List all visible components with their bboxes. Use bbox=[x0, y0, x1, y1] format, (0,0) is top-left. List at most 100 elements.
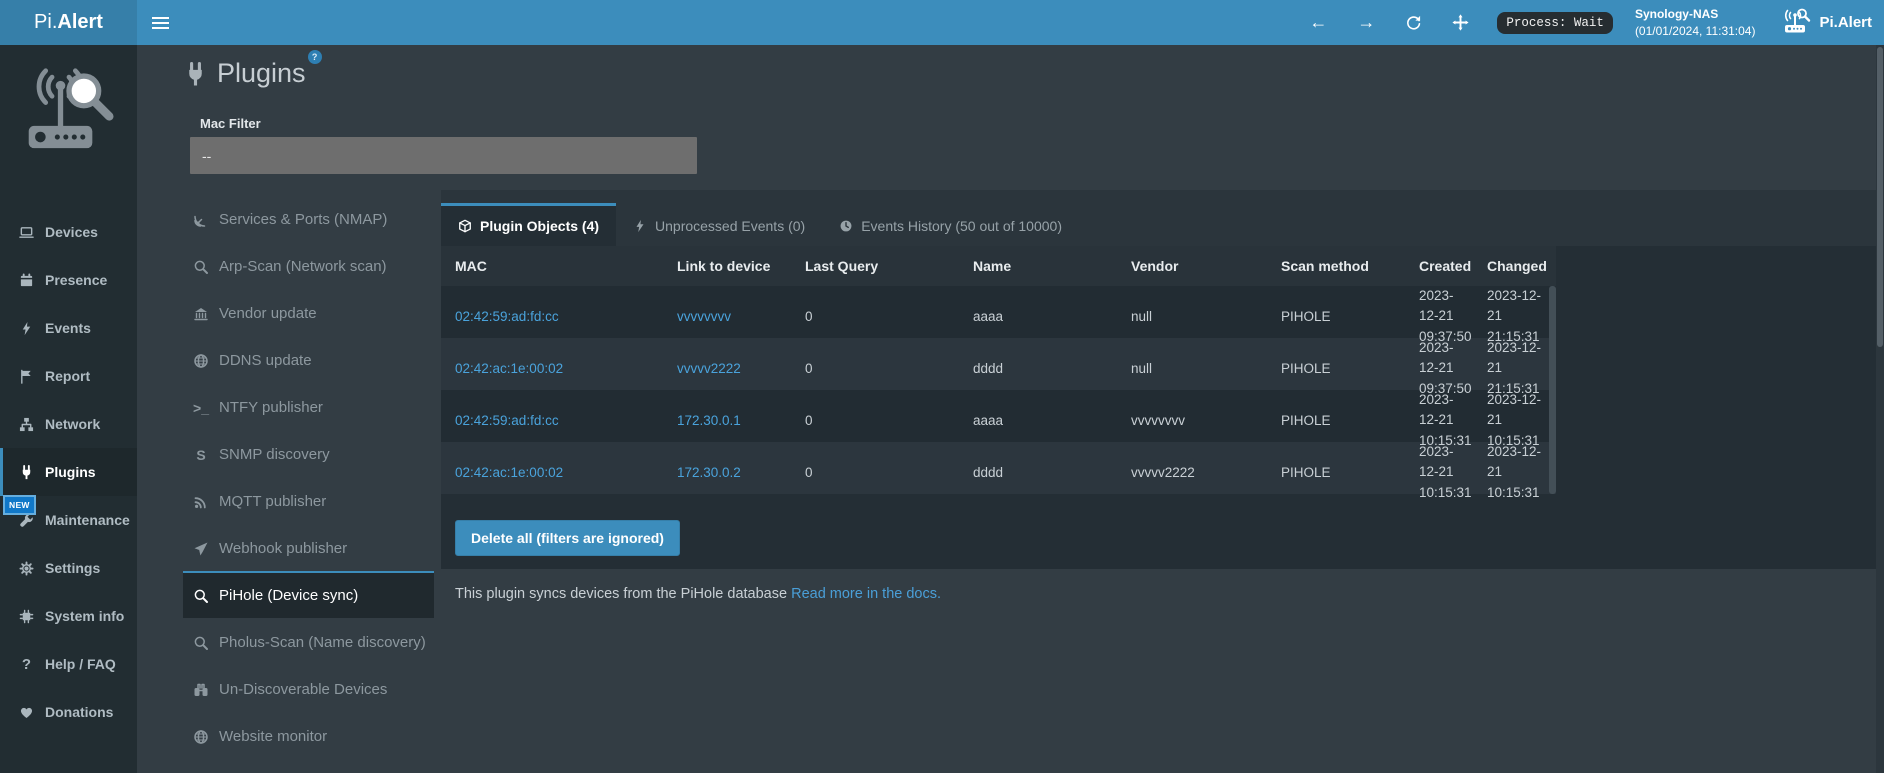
link-to-device-link[interactable]: 172.30.0.1 bbox=[677, 413, 741, 428]
search-icon bbox=[191, 259, 211, 275]
sidebar-item-label: System info bbox=[45, 608, 124, 624]
sidebar-item-label: Plugins bbox=[45, 464, 96, 480]
cell-last-query: 0 bbox=[791, 465, 959, 480]
help-badge[interactable]: ? bbox=[308, 50, 322, 64]
sidebar-item-label: Donations bbox=[45, 704, 113, 720]
header-app-name: Pi.Alert bbox=[1819, 14, 1872, 31]
tab-unprocessed-events-0[interactable]: Unprocessed Events (0) bbox=[616, 203, 822, 246]
table-row: 02:42:ac:1e:00:02172.30.0.20ddddvvvvv222… bbox=[441, 442, 1556, 494]
column-header-last-query: Last Query bbox=[791, 258, 959, 274]
plugin-nav-item-pholus-scan-name-discovery[interactable]: Pholus-Scan (Name discovery) bbox=[183, 618, 434, 665]
sidebar-item-maintenance[interactable]: MaintenanceNEW bbox=[0, 496, 137, 544]
brand-suffix: Alert bbox=[57, 11, 103, 34]
tab-label: Unprocessed Events (0) bbox=[655, 218, 805, 234]
cell-scan-method: PIHOLE bbox=[1267, 413, 1405, 428]
plug-icon bbox=[18, 465, 35, 480]
plugin-nav-item-un-discoverable-devices[interactable]: Un-Discoverable Devices bbox=[183, 665, 434, 712]
satellite-icon bbox=[191, 212, 211, 228]
plugin-nav-item-services-ports-nmap[interactable]: Services & Ports (NMAP) bbox=[183, 195, 434, 242]
sidebar-item-system-info[interactable]: System info bbox=[0, 592, 137, 640]
column-header-name: Name bbox=[959, 258, 1117, 274]
terminal-icon: >_ bbox=[191, 400, 211, 416]
calendar-icon bbox=[18, 273, 35, 288]
move-icon[interactable] bbox=[1452, 14, 1469, 31]
plugin-panel: Plugin Objects (4) Unprocessed Events (0)… bbox=[441, 190, 1876, 602]
plugin-nav-item-website-monitor[interactable]: Website monitor bbox=[183, 712, 434, 759]
cell-scan-method: PIHOLE bbox=[1267, 309, 1405, 324]
plugin-nav-item-vendor-update[interactable]: Vendor update bbox=[183, 289, 434, 336]
sidebar-item-donations[interactable]: Donations bbox=[0, 688, 137, 736]
mac-link[interactable]: 02:42:59:ad:fd:cc bbox=[455, 309, 559, 324]
mac-link[interactable]: 02:42:59:ad:fd:cc bbox=[455, 413, 559, 428]
plugin-nav-label: MQTT publisher bbox=[219, 493, 326, 510]
sidebar-item-help-faq[interactable]: ?Help / FAQ bbox=[0, 640, 137, 688]
docs-link[interactable]: Read more in the docs. bbox=[791, 586, 941, 602]
table-row: 02:42:59:ad:fd:ccvvvvvvvv0aaaanullPIHOLE… bbox=[441, 286, 1556, 338]
main-content: Plugins ? Mac Filter Services & Ports (N… bbox=[137, 45, 1884, 773]
description-text: This plugin syncs devices from the PiHol… bbox=[455, 586, 787, 602]
sidebar-item-network[interactable]: Network bbox=[0, 400, 137, 448]
back-icon[interactable]: ← bbox=[1309, 12, 1327, 33]
mac-link[interactable]: 02:42:ac:1e:00:02 bbox=[455, 465, 563, 480]
plug-icon bbox=[183, 62, 208, 92]
mac-link[interactable]: 02:42:ac:1e:00:02 bbox=[455, 361, 563, 376]
question-icon: ? bbox=[18, 656, 35, 673]
link-to-device-link[interactable]: vvvvvvvv bbox=[677, 309, 731, 324]
sidebar-item-report[interactable]: Report bbox=[0, 352, 137, 400]
refresh-icon[interactable] bbox=[1405, 14, 1422, 31]
router-scan-icon bbox=[1779, 7, 1811, 38]
column-header-changed: Changed bbox=[1473, 258, 1542, 274]
sidebar-item-devices[interactable]: Devices bbox=[0, 208, 137, 256]
cell-vendor: vvvvv2222 bbox=[1117, 465, 1267, 480]
plugin-nav-item-pihole-device-sync[interactable]: PiHole (Device sync) bbox=[183, 571, 434, 618]
host-name: Synology-NAS bbox=[1635, 6, 1756, 22]
plugin-nav-item-arp-scan-network-scan[interactable]: Arp-Scan (Network scan) bbox=[183, 242, 434, 289]
binoculars-icon bbox=[191, 682, 211, 698]
plugin-nav-item-mqtt-publisher[interactable]: MQTT publisher bbox=[183, 477, 434, 524]
tab-bar: Plugin Objects (4) Unprocessed Events (0)… bbox=[441, 190, 1876, 246]
link-to-device-link[interactable]: 172.30.0.2 bbox=[677, 465, 741, 480]
table-row: 02:42:59:ad:fd:cc172.30.0.10aaaavvvvvvvv… bbox=[441, 390, 1556, 442]
tab-events-history-50-out-of-10000[interactable]: Events History (50 out of 10000) bbox=[822, 203, 1079, 246]
brand-logo[interactable]: Pi.Alert bbox=[0, 0, 137, 45]
router-magnifier-logo bbox=[16, 58, 122, 162]
top-header: Pi.Alert ←→ Process: Wait Synology-NAS (… bbox=[0, 0, 1884, 45]
mac-filter-input[interactable] bbox=[190, 137, 697, 174]
plugin-nav-item-snmp-discovery[interactable]: SSNMP discovery bbox=[183, 430, 434, 477]
plugin-nav-item-ntfy-publisher[interactable]: >_NTFY publisher bbox=[183, 383, 434, 430]
column-header-mac: MAC bbox=[441, 258, 663, 274]
cell-vendor: null bbox=[1117, 361, 1267, 376]
hamburger-menu-button[interactable] bbox=[137, 0, 183, 45]
sidebar-item-plugins[interactable]: Plugins bbox=[0, 448, 137, 496]
table-scrollbar[interactable] bbox=[1549, 286, 1556, 494]
brand-prefix: Pi. bbox=[34, 11, 57, 34]
sidebar-item-presence[interactable]: Presence bbox=[0, 256, 137, 304]
tab-content: MACLink to deviceLast QueryNameVendorSca… bbox=[441, 246, 1876, 569]
cell-changed: 2023-12-21 10:15:31 bbox=[1473, 442, 1542, 503]
host-info: Synology-NAS (01/01/2024, 11:31:04) bbox=[1635, 6, 1756, 38]
column-header-link-to-device: Link to device bbox=[663, 258, 791, 274]
column-header-vendor: Vendor bbox=[1117, 258, 1267, 274]
globe-icon bbox=[191, 729, 211, 745]
sidebar-item-label: Settings bbox=[45, 560, 100, 576]
cell-name: dddd bbox=[959, 361, 1117, 376]
rss-icon bbox=[191, 494, 211, 510]
tab-label: Events History (50 out of 10000) bbox=[861, 218, 1062, 234]
plugin-nav-label: Un-Discoverable Devices bbox=[219, 681, 387, 698]
plugin-nav-label: Pholus-Scan (Name discovery) bbox=[219, 634, 426, 651]
plugin-nav-item-ddns-update[interactable]: DDNS update bbox=[183, 336, 434, 383]
plugin-nav-item-webhook-publisher[interactable]: Webhook publisher bbox=[183, 524, 434, 571]
page-scrollbar[interactable] bbox=[1876, 45, 1884, 773]
bolt-icon bbox=[18, 321, 35, 336]
table-row: 02:42:ac:1e:00:02vvvvv22220ddddnullPIHOL… bbox=[441, 338, 1556, 390]
cell-last-query: 0 bbox=[791, 413, 959, 428]
forward-icon[interactable]: → bbox=[1357, 12, 1375, 33]
link-to-device-link[interactable]: vvvvv2222 bbox=[677, 361, 741, 376]
sidebar-item-settings[interactable]: Settings bbox=[0, 544, 137, 592]
delete-all-button[interactable]: Delete all (filters are ignored) bbox=[455, 520, 680, 556]
scrollbar-thumb[interactable] bbox=[1877, 47, 1883, 347]
header-right: ←→ Process: Wait Synology-NAS (01/01/202… bbox=[1309, 0, 1884, 45]
sidebar-item-events[interactable]: Events bbox=[0, 304, 137, 352]
cell-name: aaaa bbox=[959, 413, 1117, 428]
tab-plugin-objects-4[interactable]: Plugin Objects (4) bbox=[441, 203, 616, 246]
